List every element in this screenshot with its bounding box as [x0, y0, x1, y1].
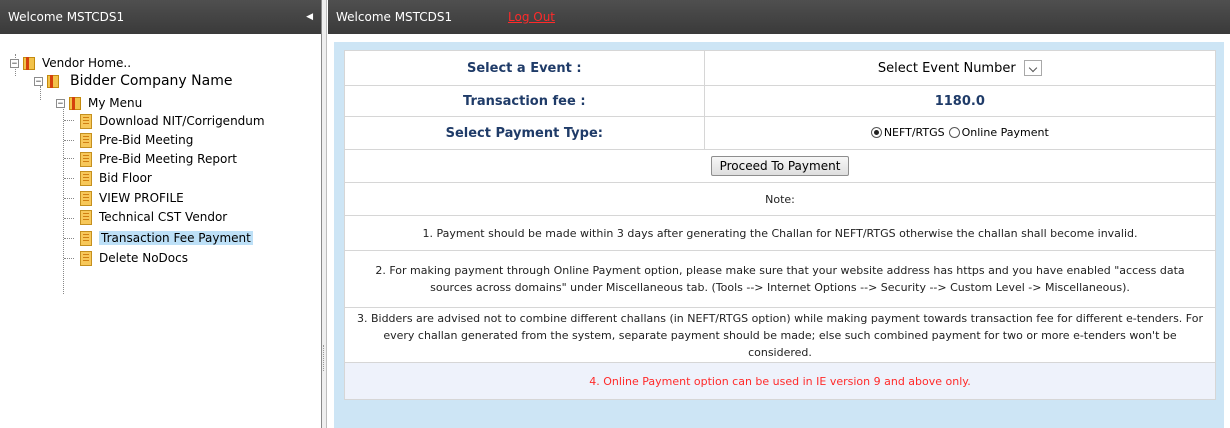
fee-label: Transaction fee : [344, 85, 705, 117]
menu-item-view-profile[interactable]: VIEW PROFILE [80, 189, 184, 207]
collapse-toggle-icon[interactable]: − [56, 98, 65, 108]
menu-item-label: Download NIT/Corrigendum [99, 114, 265, 128]
menu-item-delete-nodocs[interactable]: Delete NoDocs [80, 249, 188, 267]
folder-open-icon [68, 95, 82, 111]
menu-item-pre-bid-meeting[interactable]: Pre-Bid Meeting [80, 131, 193, 149]
menu-item-label: VIEW PROFILE [99, 191, 184, 205]
menu-item-label: Delete NoDocs [99, 251, 188, 265]
menu-item-pre-bid-meeting-report[interactable]: Pre-Bid Meeting Report [80, 150, 237, 168]
menu-item-label: Technical CST Vendor [99, 210, 228, 224]
proceed-to-payment-button[interactable]: Proceed To Payment [710, 156, 850, 176]
tree-node-label: Bidder Company Name [70, 73, 233, 89]
form-row-note-title: Note: [344, 182, 1216, 216]
tree-node-vendor-home[interactable]: − Vendor Home.. [10, 54, 131, 72]
folder-open-icon [22, 55, 36, 71]
form-row-payment-type: Select Payment Type: NEFT/RTGS Online Pa… [344, 116, 1217, 150]
collapse-panel-icon[interactable]: ◀ [306, 0, 313, 34]
form-row-note-2: 2. For making payment through Online Pay… [344, 250, 1216, 308]
menu-item-label: Bid Floor [99, 171, 152, 185]
menu-item-bid-floor[interactable]: Bid Floor [80, 169, 152, 187]
logout-link[interactable]: Log Out [508, 0, 555, 34]
collapse-toggle-icon[interactable]: − [10, 58, 19, 68]
form-row-proceed: Proceed To Payment [344, 149, 1216, 183]
neft-rtgs-radio[interactable] [870, 126, 882, 138]
page-icon [80, 230, 92, 246]
page-icon [80, 132, 92, 148]
collapse-toggle-icon[interactable]: − [34, 76, 43, 86]
tree-node-label: My Menu [88, 96, 143, 110]
page-icon [80, 209, 92, 225]
fee-value: 1180.0 [703, 85, 1217, 117]
main-panel: Welcome MSTCDS1 Log Out Select a Event :… [328, 0, 1230, 428]
page-icon [80, 250, 92, 266]
online-payment-label[interactable]: Online Payment [962, 126, 1049, 139]
menu-item-technical-cst-vendor[interactable]: Technical CST Vendor [80, 208, 227, 226]
folder-open-icon [46, 73, 60, 89]
left-panel-header: Welcome MSTCDS1 ◀ [0, 0, 321, 34]
event-select[interactable]: Select Event Number [878, 60, 1042, 76]
neft-rtgs-label[interactable]: NEFT/RTGS [884, 126, 945, 139]
page-icon [80, 190, 92, 206]
menu-item-transaction-fee-payment[interactable]: Transaction Fee Payment [80, 229, 253, 247]
note-title: Note: [344, 182, 1216, 216]
online-payment-radio[interactable] [948, 126, 960, 138]
event-select-value: Select Event Number [877, 60, 1016, 76]
proceed-cell: Proceed To Payment [344, 149, 1216, 183]
menu-item-label-selected: Transaction Fee Payment [99, 231, 253, 245]
tree-node-my-menu[interactable]: − My Menu [56, 94, 142, 112]
note-item: 2. For making payment through Online Pay… [344, 250, 1216, 308]
tree-node-company[interactable]: − Bidder Company Name [34, 72, 232, 90]
note-item-warning: 4. Online Payment option can be used in … [344, 362, 1216, 400]
event-label: Select a Event : [344, 50, 705, 86]
payment-type-radio-group: NEFT/RTGS Online Payment [870, 126, 1049, 139]
chevron-down-icon[interactable] [1023, 60, 1042, 76]
payment-type-cell: NEFT/RTGS Online Payment [703, 116, 1217, 150]
menu-item-label: Pre-Bid Meeting [99, 133, 194, 147]
form-row-note-1: 1. Payment should be made within 3 days … [344, 215, 1216, 251]
main-panel-header: Welcome MSTCDS1 Log Out [328, 0, 1230, 34]
form-row-note-3: 3. Bidders are advised not to combine di… [344, 307, 1216, 363]
page-icon [80, 151, 92, 167]
page-icon [80, 170, 92, 186]
payment-type-label: Select Payment Type: [344, 116, 705, 150]
form-row-event: Select a Event : Select Event Number [344, 50, 1217, 86]
left-header-title: Welcome MSTCDS1 [8, 10, 125, 24]
menu-item-download-nit[interactable]: Download NIT/Corrigendum [80, 112, 265, 130]
form-row-fee: Transaction fee : 1180.0 [344, 85, 1217, 117]
splitter-grip-icon[interactable] [323, 345, 326, 371]
event-select-cell: Select Event Number [703, 50, 1217, 86]
main-header-title: Welcome MSTCDS1 [336, 10, 453, 24]
panel-splitter[interactable] [322, 0, 327, 428]
note-item: 1. Payment should be made within 3 days … [344, 215, 1216, 251]
form-row-note-4: 4. Online Payment option can be used in … [344, 362, 1216, 400]
navigation-panel: Welcome MSTCDS1 ◀ − Vendor Home.. − Bidd… [0, 0, 322, 428]
payment-form: Select a Event : Select Event Number Tra… [344, 50, 1217, 400]
tree-node-label: Vendor Home.. [42, 56, 132, 70]
menu-item-label: Pre-Bid Meeting Report [99, 152, 237, 166]
note-item: 3. Bidders are advised not to combine di… [344, 307, 1216, 363]
page-icon [80, 113, 92, 129]
